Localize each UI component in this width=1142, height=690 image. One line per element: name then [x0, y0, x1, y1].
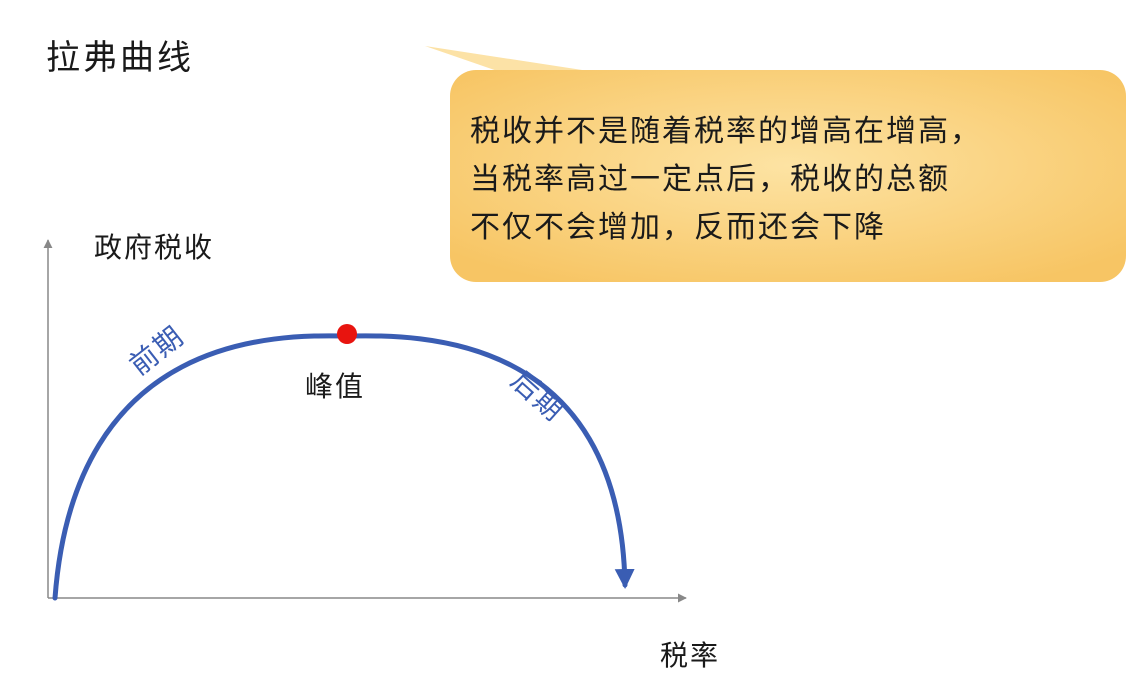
callout-line-3: 不仅不会增加，反而还会下降 [470, 210, 886, 245]
x-axis-label: 税率 [660, 639, 721, 672]
callout-line-1: 税收并不是随着税率的增高在增高， [470, 114, 982, 149]
peak-label: 峰值 [305, 370, 366, 403]
callout-line-2: 当税率高过一定点后，税收的总额 [470, 162, 950, 197]
callout-text: 税收并不是随着税率的增高在增高， 当税率高过一定点后，税收的总额 不仅不会增加，… [470, 108, 1090, 252]
peak-point [337, 324, 357, 344]
y-axis-label: 政府税收 [94, 231, 215, 264]
